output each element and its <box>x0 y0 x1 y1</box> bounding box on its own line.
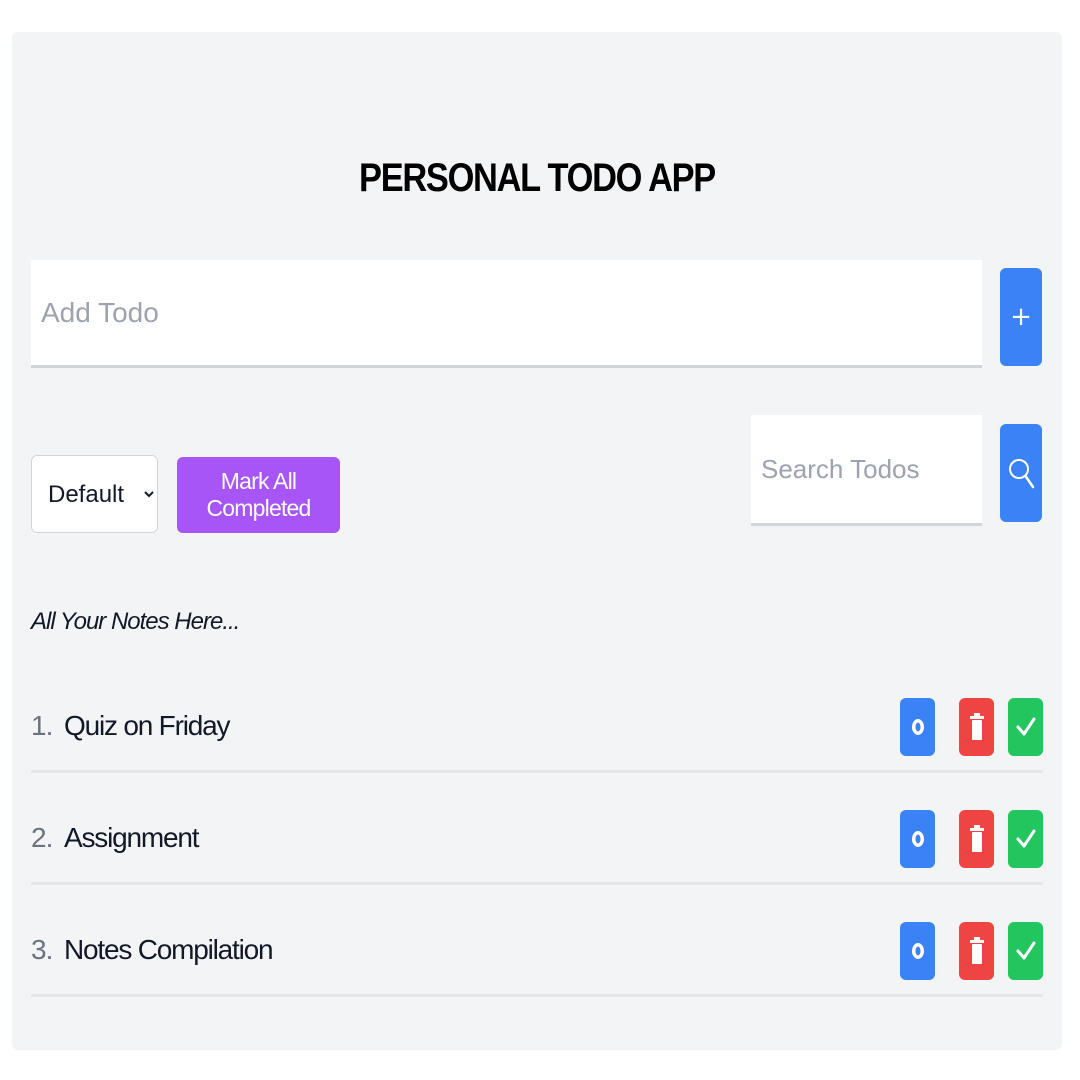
sort-select[interactable]: Default <box>31 455 158 533</box>
todo-text: Quiz on Friday <box>64 710 230 741</box>
todo-text: Notes Compilation <box>64 934 274 965</box>
todo-app-card: PERSONAL TODO APP + Default Mark All Com… <box>12 32 1062 1050</box>
todo-number: 2. <box>31 822 53 853</box>
delete-button[interactable] <box>959 922 994 980</box>
edit-icon <box>911 831 924 847</box>
edit-icon <box>911 943 924 959</box>
edit-button[interactable] <box>900 810 935 868</box>
complete-button[interactable] <box>1008 698 1043 756</box>
search-button[interactable] <box>1000 424 1042 522</box>
check-icon <box>1016 941 1035 960</box>
complete-button[interactable] <box>1008 810 1043 868</box>
search-icon <box>1009 459 1035 489</box>
delete-button[interactable] <box>959 810 994 868</box>
trash-icon <box>969 937 984 964</box>
delete-button[interactable] <box>959 698 994 756</box>
todo-item: 1. Quiz on Friday <box>31 684 1043 773</box>
todo-text: Assignment <box>64 822 199 853</box>
todo-item: 3. Notes Compilation <box>31 908 1043 997</box>
todo-number: 1. <box>31 710 53 741</box>
trash-icon <box>969 713 984 740</box>
mark-all-completed-button[interactable]: Mark All Completed <box>177 457 340 533</box>
edit-icon <box>911 719 924 735</box>
notes-heading: All Your Notes Here... <box>31 608 240 635</box>
todo-item: 2. Assignment <box>31 796 1043 885</box>
trash-icon <box>969 825 984 852</box>
edit-button[interactable] <box>900 698 935 756</box>
check-icon <box>1016 717 1035 736</box>
plus-icon: + <box>1010 302 1032 332</box>
page-title: PERSONAL TODO APP <box>359 156 716 200</box>
check-icon <box>1016 829 1035 848</box>
complete-button[interactable] <box>1008 922 1043 980</box>
todo-number: 3. <box>31 934 53 965</box>
add-todo-button[interactable]: + <box>1000 268 1042 366</box>
add-todo-input[interactable] <box>31 260 982 368</box>
edit-button[interactable] <box>900 922 935 980</box>
search-todos-input[interactable] <box>751 415 982 526</box>
